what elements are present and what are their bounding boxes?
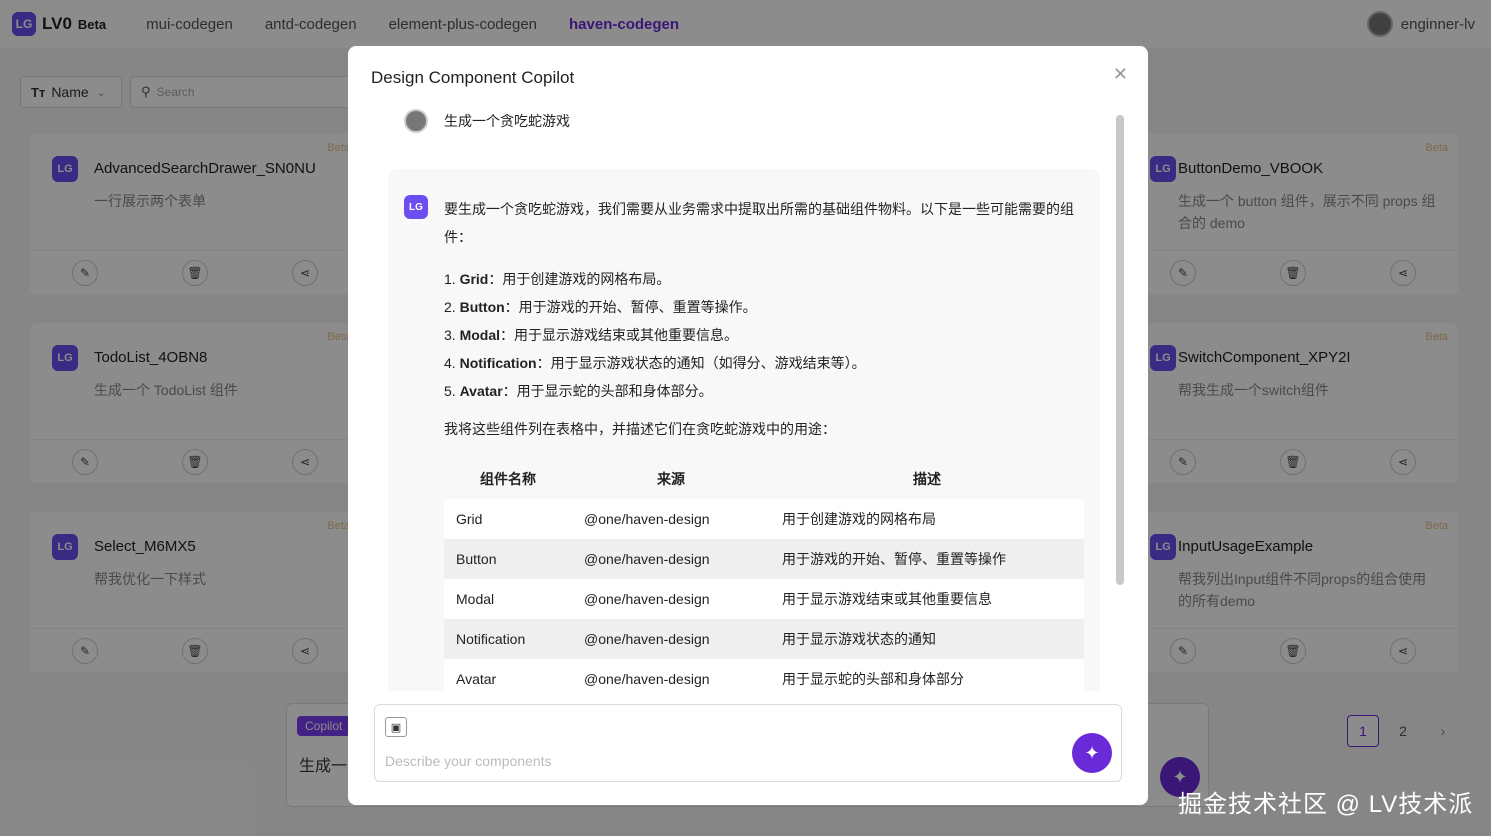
component-list: 1. Grid：用于创建游戏的网格布局。 2. Button：用于游戏的开始、暂… <box>444 265 1084 405</box>
table-cell: @one/haven-design <box>572 499 770 539</box>
table-cell: 用于显示蛇的头部和身体部分 <box>770 659 1084 691</box>
user-message: 生成一个贪吃蛇游戏 <box>404 109 570 133</box>
table-header-cell: 描述 <box>770 459 1084 499</box>
ai-table-intro: 我将这些组件列在表格中，并描述它们在贪吃蛇游戏中的用途： <box>444 421 836 437</box>
copilot-modal: Design Component Copilot ✕ 生成一个贪吃蛇游戏 LG … <box>348 46 1148 805</box>
list-item: 2. Button：用于游戏的开始、暂停、重置等操作。 <box>444 299 757 315</box>
user-avatar <box>404 109 428 133</box>
watermark: 掘金技术社区 @ LV技术派 <box>1178 791 1474 818</box>
list-item: 3. Modal：用于显示游戏结束或其他重要信息。 <box>444 327 739 343</box>
chat-scrollbar[interactable] <box>1116 115 1124 585</box>
table-header: 组件名称 来源 描述 <box>444 459 1084 499</box>
list-item: 5. Avatar：用于显示蛇的头部和身体部分。 <box>444 383 713 399</box>
list-item: 4. Notification：用于显示游戏状态的通知（如得分、游戏结束等）。 <box>444 355 866 371</box>
table-cell: 用于创建游戏的网格布局 <box>770 499 1084 539</box>
table-cell: 用于显示游戏状态的通知 <box>770 619 1084 659</box>
table-cell: 用于游戏的开始、暂停、重置等操作 <box>770 539 1084 579</box>
prompt-placeholder: Describe your components <box>385 753 552 769</box>
table-row: Modal @one/haven-design 用于显示游戏结束或其他重要信息 <box>444 579 1084 619</box>
ai-message: LG 要生成一个贪吃蛇游戏，我们需要从业务需求中提取出所需的基础组件物料。以下是… <box>388 169 1100 691</box>
table-cell: Grid <box>444 499 572 539</box>
table-header-cell: 来源 <box>572 459 770 499</box>
table-cell: @one/haven-design <box>572 619 770 659</box>
table-row: Notification @one/haven-design 用于显示游戏状态的… <box>444 619 1084 659</box>
table-row: Grid @one/haven-design 用于创建游戏的网格布局 <box>444 499 1084 539</box>
table-cell: Modal <box>444 579 572 619</box>
ai-logo-icon: LG <box>404 195 428 219</box>
table-row: Avatar @one/haven-design 用于显示蛇的头部和身体部分 <box>444 659 1084 691</box>
table-cell: @one/haven-design <box>572 579 770 619</box>
table-cell: Avatar <box>444 659 572 691</box>
user-message-text: 生成一个贪吃蛇游戏 <box>444 113 570 129</box>
table-cell: @one/haven-design <box>572 659 770 691</box>
list-item: 1. Grid：用于创建游戏的网格布局。 <box>444 271 671 287</box>
modal-title: Design Component Copilot <box>371 68 575 87</box>
chat-scroll-area[interactable]: 生成一个贪吃蛇游戏 LG 要生成一个贪吃蛇游戏，我们需要从业务需求中提取出所需的… <box>348 101 1148 691</box>
table-cell: Button <box>444 539 572 579</box>
prompt-input[interactable]: ▣ Describe your components ✦ <box>374 704 1122 782</box>
image-icon[interactable]: ▣ <box>385 717 407 737</box>
table-cell: @one/haven-design <box>572 539 770 579</box>
magic-wand-icon[interactable]: ✦ <box>1072 733 1112 773</box>
component-table: 组件名称 来源 描述 Grid @one/haven-design 用于创建游戏… <box>444 459 1084 691</box>
table-row: Button @one/haven-design 用于游戏的开始、暂停、重置等操… <box>444 539 1084 579</box>
table-cell: Notification <box>444 619 572 659</box>
close-icon[interactable]: ✕ <box>1113 64 1128 85</box>
table-cell: 用于显示游戏结束或其他重要信息 <box>770 579 1084 619</box>
table-header-cell: 组件名称 <box>444 459 572 499</box>
ai-intro-text: 要生成一个贪吃蛇游戏，我们需要从业务需求中提取出所需的基础组件物料。以下是一些可… <box>444 201 1074 245</box>
